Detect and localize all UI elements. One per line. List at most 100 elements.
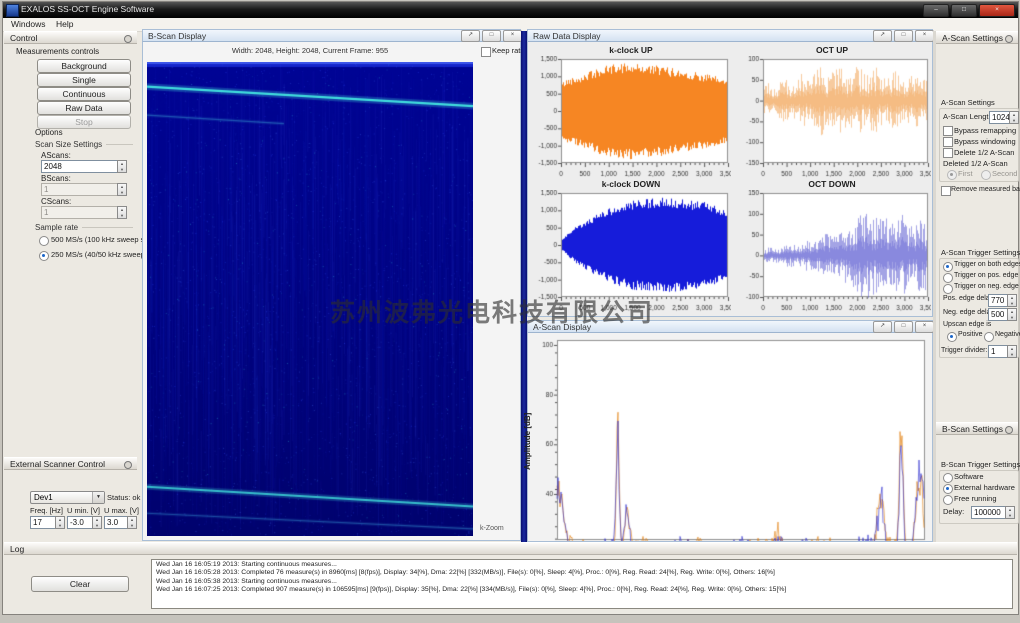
external-hardware-radio[interactable]: [943, 484, 953, 494]
umin-spinner[interactable]: ▴▾: [92, 516, 102, 529]
menu-help[interactable]: Help: [51, 18, 78, 31]
clear-log-button[interactable]: Clear: [31, 576, 129, 592]
raw-data-button[interactable]: Raw Data: [37, 101, 131, 115]
bscans-label: BScans:: [41, 174, 71, 183]
rate-500-radio[interactable]: [39, 236, 49, 246]
umax-spinner[interactable]: ▴▾: [127, 516, 137, 529]
freq-spinner[interactable]: ▴▾: [55, 516, 65, 529]
bscan-settings-header: B-Scan Settings: [936, 422, 1018, 435]
window-controls: – □ ×: [923, 4, 1015, 17]
maximize-icon[interactable]: □: [894, 321, 913, 333]
close-icon[interactable]: ×: [503, 30, 522, 42]
ascan-length-spinner[interactable]: ▴▾: [1009, 111, 1019, 124]
stop-button[interactable]: Stop: [37, 115, 131, 129]
control-panel-header: Control: [4, 31, 137, 44]
oct-down-plot: [733, 190, 931, 312]
trig-both-radio[interactable]: [943, 262, 953, 272]
negative-radio[interactable]: [984, 332, 994, 342]
pin-icon[interactable]: [124, 35, 132, 43]
external-scanner-title: External Scanner Control: [10, 459, 105, 469]
kclock-up-plot: [531, 56, 731, 178]
close-icon[interactable]: ×: [915, 30, 934, 42]
first-label: First: [958, 169, 973, 178]
trig-pos-radio[interactable]: [943, 273, 953, 283]
maximize-icon[interactable]: □: [482, 30, 501, 42]
ascans-spinner[interactable]: ▴▾: [117, 160, 127, 173]
title-bar: EXALOS SS-OCT Engine Software – □ ×: [3, 2, 1018, 18]
trig-pos-label: Trigger on pos. edge only: [954, 272, 1020, 279]
delete-half-label: Delete 1/2 A-Scan: [954, 148, 1014, 157]
app-icon: [6, 4, 19, 17]
minimize-button[interactable]: –: [923, 4, 949, 17]
close-button[interactable]: ×: [979, 4, 1015, 17]
background-button[interactable]: Background: [37, 59, 131, 73]
bypass-remapping-label: Bypass remapping: [954, 126, 1016, 135]
free-running-radio[interactable]: [943, 495, 953, 505]
trig-neg-radio[interactable]: [943, 284, 953, 294]
bscan-settings-title: B-Scan Settings: [942, 424, 1003, 434]
scanner-status-label: Status: ok: [107, 493, 140, 502]
pos-delay-spinner[interactable]: ▴▾: [1007, 294, 1017, 307]
bscans-field[interactable]: 1: [41, 183, 119, 196]
undock-icon[interactable]: ↗: [461, 30, 480, 42]
device-dropdown[interactable]: Dev1 ▼: [30, 491, 105, 504]
bscans-spinner[interactable]: ▴▾: [117, 183, 127, 196]
oct-up-plot: [733, 56, 931, 178]
menu-windows[interactable]: Windows: [6, 18, 50, 31]
pin-icon[interactable]: [1005, 35, 1013, 43]
close-icon[interactable]: ×: [915, 321, 934, 333]
undock-icon[interactable]: ↗: [873, 321, 892, 333]
cscans-spinner[interactable]: ▴▾: [117, 206, 127, 219]
positive-label: Positive: [958, 331, 983, 338]
umin-field[interactable]: -3.0: [67, 516, 95, 529]
device-value: Dev1: [34, 493, 53, 502]
divider-spinner[interactable]: ▴▾: [1007, 345, 1017, 358]
scan-size-group-label: Scan Size Settings: [35, 140, 133, 149]
pin-icon[interactable]: [124, 461, 132, 469]
control-panel-title: Control: [10, 33, 37, 43]
app-window: EXALOS SS-OCT Engine Software – □ × Wind…: [2, 1, 1019, 615]
ascan-length-label: A-Scan Length:: [943, 112, 995, 121]
negative-label: Negative: [995, 331, 1020, 338]
bypass-remapping-checkbox[interactable]: [943, 126, 953, 136]
external-hardware-label: External hardware: [954, 483, 1015, 492]
single-button[interactable]: Single: [37, 73, 131, 87]
divider-label: Trigger divider:: [941, 347, 987, 354]
ascans-label: AScans:: [41, 151, 71, 160]
rawdata-window-title: Raw Data Display: [533, 31, 601, 41]
pin-icon[interactable]: [1005, 426, 1013, 434]
delay-field[interactable]: 100000: [971, 506, 1009, 519]
ascan-ylabel: Amplitude [dB]: [523, 413, 532, 470]
log-textarea[interactable]: Wed Jan 16 16:05:19 2013: Starting conti…: [151, 559, 1013, 609]
software-radio[interactable]: [943, 473, 953, 483]
freq-field[interactable]: 17: [30, 516, 58, 529]
first-radio[interactable]: [947, 170, 957, 180]
keep-ratio-checkbox[interactable]: [481, 47, 491, 57]
bscan-trigger-group-label: B-Scan Trigger Settings: [941, 460, 1020, 469]
continuous-button[interactable]: Continuous: [37, 87, 131, 101]
external-scanner-header: External Scanner Control: [4, 457, 137, 470]
screen: EXALOS SS-OCT Engine Software – □ × Wind…: [0, 0, 1020, 623]
neg-delay-spinner[interactable]: ▴▾: [1007, 308, 1017, 321]
oct-down-title: OCT DOWN: [733, 179, 931, 189]
maximize-button[interactable]: □: [951, 4, 977, 17]
delay-spinner[interactable]: ▴▾: [1005, 506, 1015, 519]
log-title: Log: [10, 544, 24, 554]
undock-icon[interactable]: ↗: [873, 30, 892, 42]
maximize-icon[interactable]: □: [894, 30, 913, 42]
ascans-field[interactable]: 2048: [41, 160, 119, 173]
second-radio[interactable]: [981, 170, 991, 180]
options-label: Options: [35, 128, 63, 137]
trig-neg-label: Trigger on neg. edge only: [954, 283, 1020, 290]
delete-half-checkbox[interactable]: [943, 148, 953, 158]
splitter-handle[interactable]: [933, 31, 936, 542]
positive-radio[interactable]: [947, 332, 957, 342]
sample-rate-group-label: Sample rate: [35, 223, 133, 232]
rate-250-radio[interactable]: [39, 251, 49, 261]
bscan-window-controls: ↗ □ ×: [461, 30, 522, 42]
kclock-down-plot: [531, 190, 731, 312]
ascan-group-label: A-Scan Settings: [941, 98, 995, 107]
remove-bg-checkbox[interactable]: [941, 186, 951, 196]
cscans-field[interactable]: 1: [41, 206, 119, 219]
bypass-windowing-checkbox[interactable]: [943, 137, 953, 147]
